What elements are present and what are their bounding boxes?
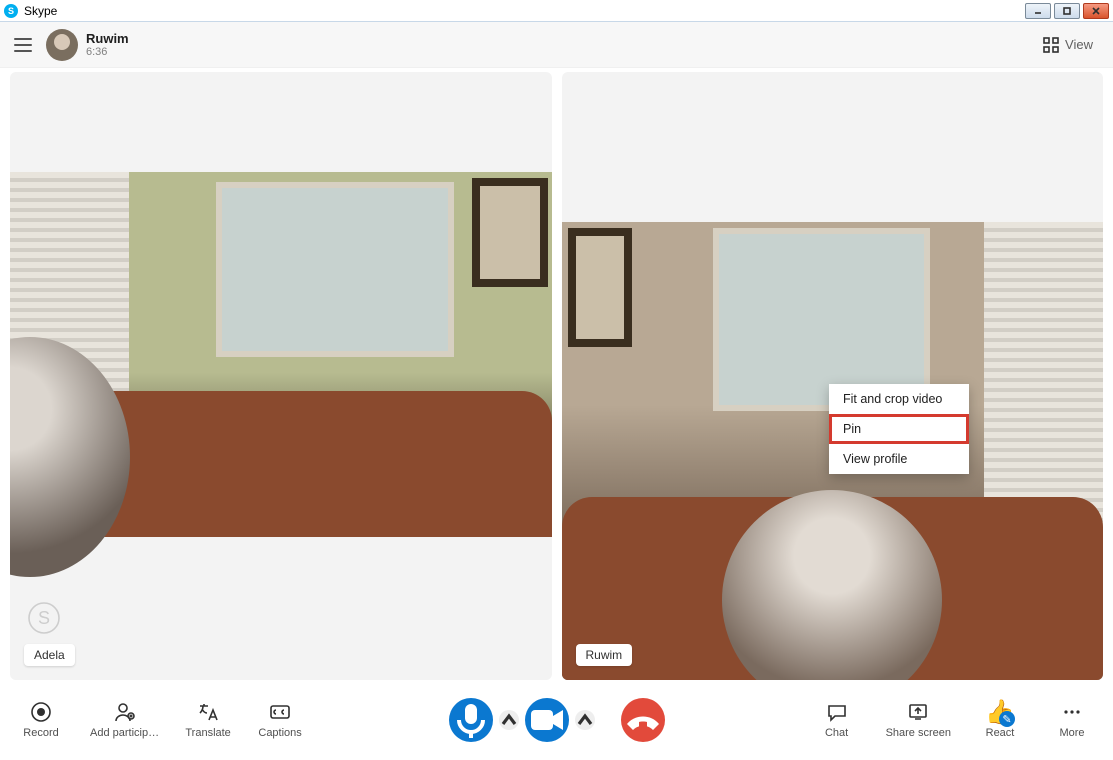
minimize-button[interactable] <box>1025 3 1051 19</box>
thumbs-up-icon: 👍✎ <box>989 701 1011 723</box>
menu-view-profile[interactable]: View profile <box>829 444 969 474</box>
add-person-icon <box>114 701 136 723</box>
edit-reaction-badge: ✎ <box>999 711 1015 727</box>
video-context-menu: Fit and crop video Pin View profile <box>829 384 969 474</box>
add-participants-button[interactable]: Add particip… <box>90 701 159 739</box>
translate-button[interactable]: Translate <box>185 701 231 739</box>
call-duration: 6:36 <box>86 46 129 58</box>
chat-button[interactable]: Chat <box>814 701 860 739</box>
chevron-up-icon <box>575 710 595 730</box>
toolbar-center-group <box>449 698 665 742</box>
caller-meta: Ruwim 6:36 <box>86 31 129 58</box>
menu-fit-crop[interactable]: Fit and crop video <box>829 384 969 414</box>
video-tile-left[interactable]: S Adela <box>10 72 552 680</box>
maximize-button[interactable] <box>1054 3 1080 19</box>
react-button[interactable]: 👍✎ React <box>977 701 1023 739</box>
video-grid: S Adela Ruwim <box>10 72 1103 680</box>
menu-icon[interactable] <box>14 38 32 52</box>
window-titlebar: S Skype <box>0 0 1113 22</box>
skype-app-icon: S <box>4 4 18 18</box>
participant-name-chip: Ruwim <box>576 644 633 666</box>
caller-name: Ruwim <box>86 31 129 46</box>
window-title: Skype <box>24 4 1025 18</box>
more-button[interactable]: More <box>1049 701 1095 739</box>
hangup-icon <box>621 698 665 742</box>
participant-name-chip: Adela <box>24 644 75 666</box>
toolbar-right-group: Chat Share screen 👍✎ React More <box>814 701 1095 739</box>
chevron-up-icon <box>499 710 519 730</box>
chat-icon <box>826 701 848 723</box>
mic-options-button[interactable] <box>499 710 519 730</box>
end-call-button[interactable] <box>621 698 665 742</box>
record-icon <box>30 701 52 723</box>
video-tile-right[interactable]: Ruwim <box>562 72 1104 680</box>
close-button[interactable] <box>1083 3 1109 19</box>
video-icon <box>525 698 569 742</box>
menu-pin[interactable]: Pin <box>829 414 969 444</box>
more-icon <box>1061 701 1083 723</box>
record-button[interactable]: Record <box>18 701 64 739</box>
translate-icon <box>197 701 219 723</box>
skype-watermark-icon: S <box>26 600 62 636</box>
call-header: Ruwim 6:36 View <box>0 22 1113 68</box>
toolbar-left-group: Record Add particip… Translate Captions <box>18 701 303 739</box>
view-label: View <box>1065 37 1093 52</box>
captions-button[interactable]: Captions <box>257 701 303 739</box>
microphone-icon <box>449 698 493 742</box>
toggle-video-button[interactable] <box>525 698 569 742</box>
captions-icon <box>269 701 291 723</box>
video-feed <box>10 172 552 537</box>
window-controls <box>1025 3 1109 19</box>
share-screen-icon <box>907 701 929 723</box>
mute-mic-button[interactable] <box>449 698 493 742</box>
share-screen-button[interactable]: Share screen <box>886 701 951 739</box>
video-options-button[interactable] <box>575 710 595 730</box>
grid-icon <box>1043 37 1059 53</box>
caller-avatar[interactable] <box>46 29 78 61</box>
call-toolbar: Record Add particip… Translate Captions <box>0 680 1113 760</box>
view-mode-button[interactable]: View <box>1037 33 1099 57</box>
svg-text:S: S <box>38 608 50 628</box>
